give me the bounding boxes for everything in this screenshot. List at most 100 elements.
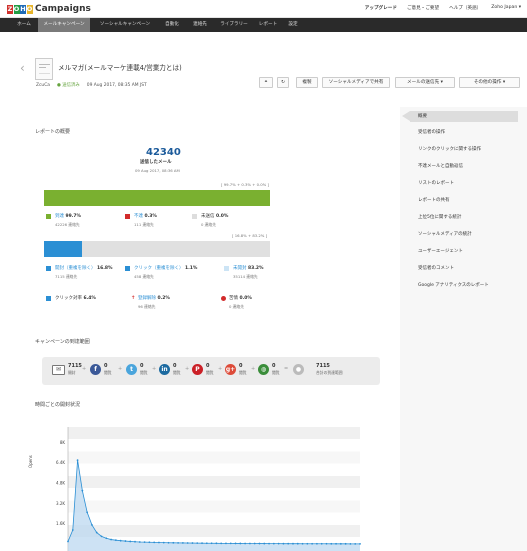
opens-point[interactable] <box>167 541 170 544</box>
opens-point[interactable] <box>258 542 261 545</box>
opens-point[interactable] <box>282 542 285 545</box>
opens-point[interactable] <box>225 542 227 545</box>
opens-point[interactable] <box>71 529 74 531</box>
nav-automation[interactable]: 自動化 <box>158 18 186 32</box>
opens-point[interactable] <box>162 541 165 544</box>
opens-point[interactable] <box>148 541 151 544</box>
opens-point[interactable] <box>311 542 314 545</box>
analytics-icon-button[interactable]: ⚭ <box>259 77 273 88</box>
sidebar-item-recipient-actions[interactable]: 受信者の操作 <box>418 129 445 135</box>
upgrade-link[interactable]: アップグレード <box>365 5 397 11</box>
opens-point[interactable] <box>335 542 337 545</box>
sidebar-item-top5[interactable]: 上位5位に関する統計 <box>418 214 461 220</box>
opens-point[interactable] <box>119 539 122 542</box>
duplicate-button[interactable]: 複製 <box>296 77 318 88</box>
opens-point[interactable] <box>153 541 156 544</box>
opens-point[interactable] <box>301 542 304 545</box>
opens-point[interactable] <box>339 542 342 545</box>
sidebar-item-link-clicks[interactable]: リンクのクリックに関する操作 <box>418 146 481 152</box>
sidebar-item-comments[interactable]: 受信者のコメント <box>418 265 454 271</box>
opens-point[interactable] <box>201 542 203 545</box>
opens-point[interactable] <box>220 542 223 545</box>
back-arrow-icon[interactable]: ‹ <box>20 61 25 75</box>
opens-point[interactable] <box>138 541 141 543</box>
clicked-stat[interactable]: クリック（重複を除く） 1.1% <box>134 265 197 271</box>
opens-point[interactable] <box>287 542 290 545</box>
help-link[interactable]: ヘルプ（英語） <box>449 5 481 11</box>
sidebar-item-social-stats[interactable]: ソーシャルメディアの統計 <box>418 231 472 237</box>
opens-point[interactable] <box>344 542 347 545</box>
opens-point[interactable] <box>306 542 309 545</box>
opens-point[interactable] <box>215 542 218 545</box>
opens-point[interactable] <box>292 542 294 545</box>
opens-point[interactable] <box>354 542 357 545</box>
sidebar-item-bounces[interactable]: 不達メールと自動返信 <box>418 163 463 169</box>
opens-point[interactable] <box>129 540 132 543</box>
opens-point[interactable] <box>124 540 127 542</box>
nav-library[interactable]: ライブラリー <box>214 18 254 32</box>
opens-point[interactable] <box>181 542 184 544</box>
opens-point[interactable] <box>186 542 189 544</box>
opens-point[interactable] <box>229 542 232 545</box>
opens-point[interactable] <box>191 542 194 544</box>
unopened-stat[interactable]: 未開封 83.2% <box>233 265 264 271</box>
opens-point[interactable] <box>143 541 146 543</box>
unsubscribe-stat[interactable]: 登録解除 0.2% <box>138 295 170 301</box>
sidebar-item-share-report[interactable]: レポートの共有 <box>418 197 450 203</box>
nav-contacts[interactable]: 連絡先 <box>186 18 214 32</box>
opens-point[interactable] <box>277 542 280 545</box>
clicked-label[interactable]: クリック（重複を除く） <box>134 266 184 271</box>
nav-social-campaigns[interactable]: ソーシャルキャンペーン <box>92 18 158 32</box>
opens-point[interactable] <box>177 541 179 544</box>
opens-point[interactable] <box>95 531 98 534</box>
share-social-button[interactable]: ソーシャルメディアで共有 <box>322 77 390 88</box>
opens-point[interactable] <box>114 539 117 542</box>
opens-point[interactable] <box>253 542 256 545</box>
sidebar-item-user-agent[interactable]: ユーザーエージェント <box>418 248 463 254</box>
nav-email-campaigns[interactable]: メールキャンペーン <box>38 18 90 32</box>
unsubscribe-label[interactable]: 登録解除 <box>138 296 156 301</box>
opens-point[interactable] <box>268 542 270 545</box>
opens-point[interactable] <box>263 542 266 545</box>
nav-reports[interactable]: レポート <box>254 18 282 32</box>
sidebar-item-overview[interactable]: 概要 <box>418 113 427 119</box>
opens-point[interactable] <box>296 542 299 545</box>
opens-point[interactable] <box>134 540 136 543</box>
opens-point[interactable] <box>110 538 112 541</box>
opens-point[interactable] <box>320 542 323 545</box>
opens-point[interactable] <box>158 541 160 544</box>
opened-label[interactable]: 開封（重複を除く） <box>55 266 96 271</box>
bounced-label[interactable]: 不達 <box>134 214 143 219</box>
zoho-logo[interactable]: Z O H O Campaigns <box>7 3 91 15</box>
opens-point[interactable] <box>349 542 352 545</box>
opens-point[interactable] <box>100 535 103 538</box>
bounced-stat[interactable]: 不達 0.3% <box>134 213 157 219</box>
opens-point[interactable] <box>76 459 79 462</box>
opens-point[interactable] <box>272 542 275 545</box>
refresh-button[interactable]: ↻ <box>277 77 289 88</box>
opens-point[interactable] <box>196 542 199 545</box>
opens-point[interactable] <box>91 524 93 526</box>
delivered-stat[interactable]: 到達 99.7% <box>55 213 81 219</box>
nav-home[interactable]: ホーム <box>10 18 38 32</box>
opens-point[interactable] <box>244 542 247 545</box>
opens-point[interactable] <box>210 542 213 545</box>
recipients-dropdown[interactable]: メールの送信先 ▾ <box>395 77 455 88</box>
email-thumbnail[interactable] <box>35 58 53 80</box>
opens-point[interactable] <box>172 541 175 544</box>
sidebar-item-list-report[interactable]: リストのレポート <box>418 180 454 186</box>
opens-point[interactable] <box>239 542 242 545</box>
sidebar-item-google-analytics[interactable]: Google アナリティクスのレポート <box>418 282 489 288</box>
opens-point[interactable] <box>249 542 251 545</box>
opens-point[interactable] <box>316 542 318 545</box>
feedback-link[interactable]: ご意見・ご要望 <box>407 5 439 11</box>
opens-point[interactable] <box>105 537 108 540</box>
delivered-label[interactable]: 到達 <box>55 214 64 219</box>
more-actions-dropdown[interactable]: その他の操作 ▾ <box>459 77 520 88</box>
nav-settings[interactable]: 設定 <box>282 18 304 32</box>
unopened-label[interactable]: 未開封 <box>233 266 247 271</box>
opens-point[interactable] <box>81 489 84 492</box>
opened-stat[interactable]: 開封（重複を除く） 16.8% <box>55 265 113 271</box>
opens-point[interactable] <box>67 540 69 543</box>
opens-point[interactable] <box>325 542 328 545</box>
